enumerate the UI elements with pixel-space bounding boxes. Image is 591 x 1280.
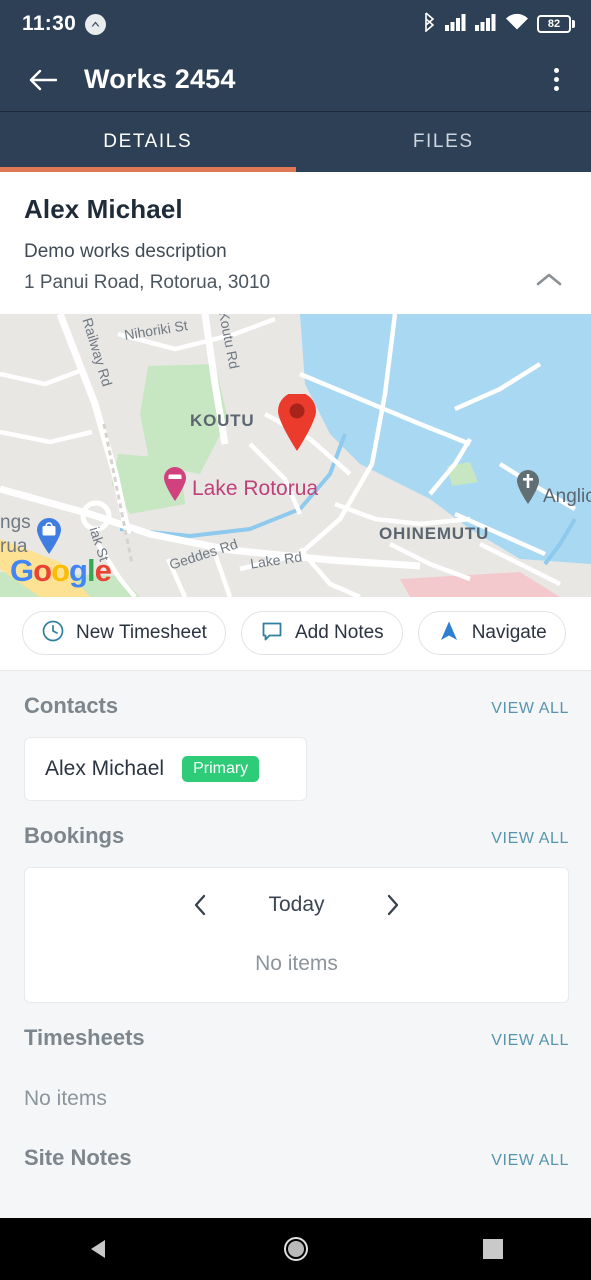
bookings-empty-text: No items bbox=[255, 952, 338, 975]
lake-poi-marker bbox=[164, 467, 186, 501]
customer-name: Alex Michael bbox=[24, 194, 183, 224]
add-notes-label: Add Notes bbox=[294, 622, 384, 643]
bookings-card: Today No items bbox=[24, 867, 569, 1003]
cellular-signal-icon bbox=[445, 13, 467, 36]
comment-icon bbox=[260, 619, 284, 648]
site-notes-header: Site Notes VIEW ALL bbox=[24, 1145, 569, 1171]
work-description: Demo works description bbox=[24, 241, 227, 262]
bluetooth-icon bbox=[422, 11, 437, 37]
map-pin-icon bbox=[278, 394, 316, 451]
timesheets-view-all-link[interactable]: VIEW ALL bbox=[491, 1032, 569, 1050]
bookings-view-all-link[interactable]: VIEW ALL bbox=[491, 830, 569, 848]
logo-letter: l bbox=[86, 553, 96, 588]
contacts-view-all-link[interactable]: VIEW ALL bbox=[491, 700, 569, 718]
contact-list-item[interactable]: Alex Michael Primary bbox=[24, 737, 307, 801]
timesheets-header: Timesheets VIEW ALL bbox=[24, 1025, 569, 1051]
tab-files[interactable]: FILES bbox=[296, 112, 591, 172]
chevron-up-icon[interactable] bbox=[529, 264, 569, 296]
status-bar-clock: 11:30 bbox=[22, 12, 77, 35]
status-bar-left: 11:30 bbox=[22, 12, 107, 36]
date-navigator: Today bbox=[25, 890, 568, 920]
timesheets-empty-text: No items bbox=[24, 1087, 107, 1110]
cellular-signal-icon bbox=[475, 13, 497, 36]
tab-bar: DETAILS FILES bbox=[0, 112, 591, 172]
page-title: Works 2454 bbox=[84, 64, 236, 94]
quick-actions-row: New Timesheet Add Notes Navigate bbox=[0, 597, 591, 671]
chevron-right-icon[interactable] bbox=[379, 890, 407, 920]
clock-icon bbox=[41, 619, 65, 648]
bookings-title: Bookings bbox=[24, 823, 125, 848]
site-map[interactable]: Nihoriki St Railway Rd Koutu Rd KOUTU OH… bbox=[0, 314, 591, 597]
navigate-button[interactable]: Navigate bbox=[417, 611, 566, 655]
new-timesheet-label: New Timesheet bbox=[76, 622, 207, 643]
site-notes-title: Site Notes bbox=[24, 1145, 132, 1170]
logo-letter: e bbox=[94, 553, 112, 588]
shop-poi-marker bbox=[37, 518, 61, 554]
app-bar: Works 2454 bbox=[0, 48, 591, 112]
battery-level: 82 bbox=[547, 17, 561, 30]
contacts-title: Contacts bbox=[24, 693, 119, 718]
battery-icon: 82 bbox=[537, 15, 575, 33]
google-logo: Google bbox=[10, 553, 112, 589]
contacts-section: Contacts VIEW ALL Alex Michael Primary bbox=[0, 671, 591, 801]
nav-back-triangle-icon[interactable] bbox=[64, 1218, 134, 1280]
navigation-arrow-icon bbox=[437, 619, 461, 648]
timesheets-section: Timesheets VIEW ALL No items bbox=[0, 1003, 591, 1111]
overflow-menu-icon[interactable] bbox=[539, 63, 573, 97]
add-notes-button[interactable]: Add Notes bbox=[240, 611, 403, 655]
logo-letter: o bbox=[51, 553, 70, 588]
nav-home-circle-icon[interactable] bbox=[261, 1218, 331, 1280]
bookings-section: Bookings VIEW ALL Today No items bbox=[0, 801, 591, 1003]
wifi-icon bbox=[505, 13, 529, 36]
work-detail-header: Alex Michael Demo works description 1 Pa… bbox=[0, 172, 591, 314]
back-arrow-icon[interactable] bbox=[26, 63, 60, 97]
new-timesheet-button[interactable]: New Timesheet bbox=[22, 611, 226, 655]
chevron-left-icon[interactable] bbox=[186, 890, 214, 920]
current-date-label: Today bbox=[268, 893, 325, 916]
android-navigation-bar bbox=[0, 1218, 591, 1280]
tab-details[interactable]: DETAILS bbox=[0, 112, 296, 172]
timesheets-title: Timesheets bbox=[24, 1025, 145, 1050]
status-bar: 11:30 82 bbox=[0, 0, 591, 48]
logo-letter: g bbox=[69, 553, 88, 588]
contact-name: Alex Michael bbox=[45, 757, 165, 780]
site-notes-section: Site Notes VIEW ALL bbox=[0, 1111, 591, 1171]
caret-up-circle-icon bbox=[85, 13, 107, 35]
status-bar-right: 82 bbox=[422, 11, 575, 37]
site-notes-view-all-link[interactable]: VIEW ALL bbox=[491, 1152, 569, 1170]
church-poi-marker bbox=[517, 470, 539, 504]
phone-screen: 11:30 82 Works 2454 DETAILS FILES Alex M… bbox=[0, 0, 591, 1280]
site-address: 1 Panui Road, Rotorua, 3010 bbox=[24, 272, 271, 293]
contacts-header: Contacts VIEW ALL bbox=[24, 693, 569, 719]
nav-recents-square-icon[interactable] bbox=[458, 1218, 528, 1280]
logo-letter: G bbox=[10, 553, 34, 588]
status-badge: Primary bbox=[182, 756, 260, 782]
navigate-label: Navigate bbox=[471, 622, 547, 643]
logo-letter: o bbox=[33, 553, 52, 588]
bookings-header: Bookings VIEW ALL bbox=[24, 823, 569, 849]
